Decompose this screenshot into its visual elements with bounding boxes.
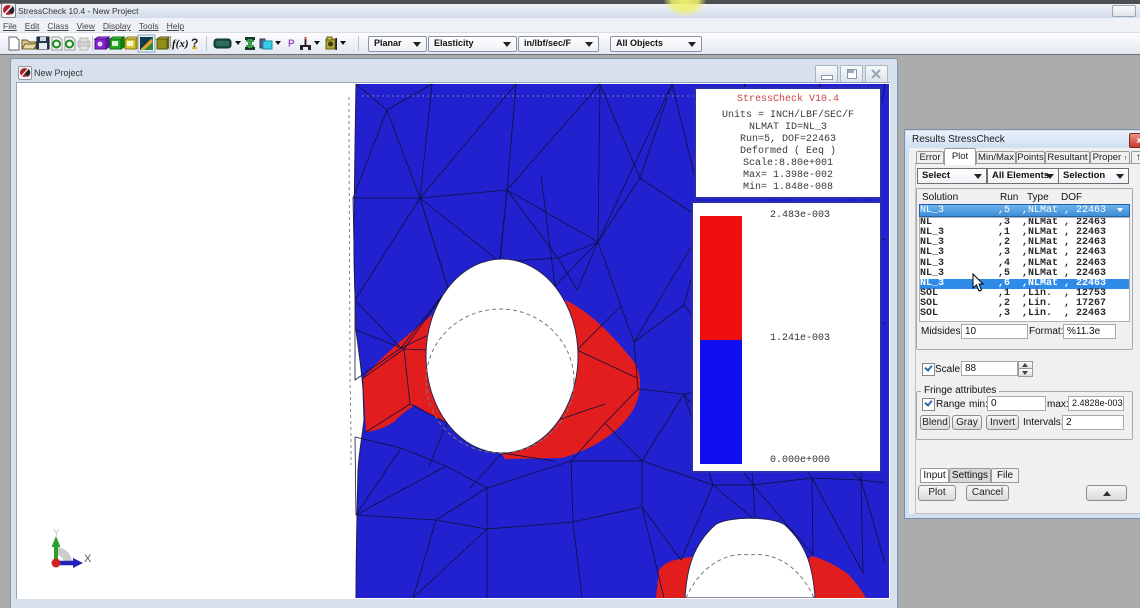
svg-text:P: P xyxy=(288,39,295,50)
svg-text:X: X xyxy=(84,553,92,565)
svg-text:f(x): f(x) xyxy=(172,38,189,50)
